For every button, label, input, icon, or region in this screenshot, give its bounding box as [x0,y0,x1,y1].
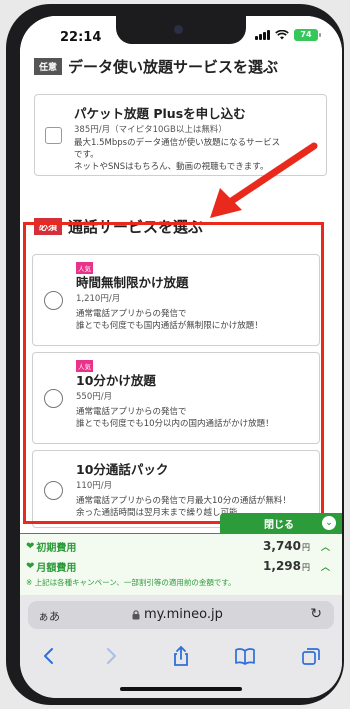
initial-fee-amount: 3,740 [263,539,301,553]
chevron-down-icon: ⌄ [322,516,336,530]
forward-icon[interactable] [100,645,122,667]
monthly-fee-row[interactable]: ❤ 月額費用 1,298円 ︿ [26,557,336,575]
address-bar[interactable]: ぁあ my.mineo.jp ↻ [28,601,334,629]
browser-address-area: ぁあ my.mineo.jp ↻ [20,595,342,635]
packet-plus-desc-2: です。 [74,150,99,160]
highlight-box [23,222,324,524]
optional-tag: 任意 [34,58,63,75]
close-label: 閉じる [264,519,294,531]
chevron-up-icon[interactable]: ︿ [321,560,330,573]
status-icons: 74 [255,29,321,41]
heart-icon: ❤ [26,540,35,552]
initial-fee-value: 3,740円 [263,539,310,553]
initial-fee-row[interactable]: ❤ 初期費用 3,740円 ︿ [26,537,336,555]
screen: 22:14 74 任意 データ使い放題サービスを選ぶ パケット放題 Plusを申… [20,16,342,698]
heart-icon: ❤ [26,560,35,572]
battery-icon: 74 [294,29,321,41]
wifi-icon [275,30,289,40]
home-indicator [120,687,242,691]
phone-frame: 22:14 74 任意 データ使い放題サービスを選ぶ パケット放題 Plusを申… [6,4,344,705]
url-display[interactable]: my.mineo.jp [132,607,223,622]
notch [116,16,246,44]
data-section-title: データ使い放題サービスを選ぶ [68,58,279,76]
back-icon[interactable] [38,645,60,667]
page-settings-button[interactable]: ぁあ [38,608,60,624]
monthly-fee-label: 月額費用 [36,562,77,574]
data-section-header: 任意 データ使い放題サービスを選ぶ [34,56,278,77]
fee-note: ※ 上記は各種キャンペーン、一部割引等の適用前の金額です。 [26,578,236,587]
url-text: my.mineo.jp [144,607,223,622]
yen-unit: 円 [302,543,310,552]
status-bar: 22:14 74 [20,16,342,54]
reload-icon[interactable]: ↻ [310,606,322,622]
bookmarks-icon[interactable] [234,645,256,667]
monthly-fee-amount: 1,298 [263,559,301,573]
status-time: 22:14 [60,30,102,45]
chevron-up-icon[interactable]: ︿ [321,540,330,553]
device-background: 22:14 74 任意 データ使い放題サービスを選ぶ パケット放題 Plusを申… [0,0,350,709]
yen-unit: 円 [302,563,310,572]
monthly-fee-value: 1,298円 [263,559,310,573]
close-fee-panel-button[interactable]: 閉じる ⌄ [220,513,342,533]
initial-fee-label: 初期費用 [36,542,77,554]
fee-summary-panel: ❤ 初期費用 3,740円 ︿ ❤ 月額費用 1,298円 ︿ ※ 上記は各種キ… [20,533,342,595]
lock-icon [132,609,140,619]
browser-toolbar [20,635,342,698]
packet-plus-price: 385円/月（マイピタ10GB以上は無料） [74,125,227,135]
packet-plus-title: パケット放題 Plusを申し込む [74,106,246,121]
packet-plus-checkbox[interactable] [45,127,62,144]
tabs-icon[interactable] [300,645,322,667]
pointer-arrow-icon [210,142,318,218]
share-icon[interactable] [170,645,192,667]
cellular-signal-icon [255,30,270,40]
front-camera-icon [174,25,183,34]
